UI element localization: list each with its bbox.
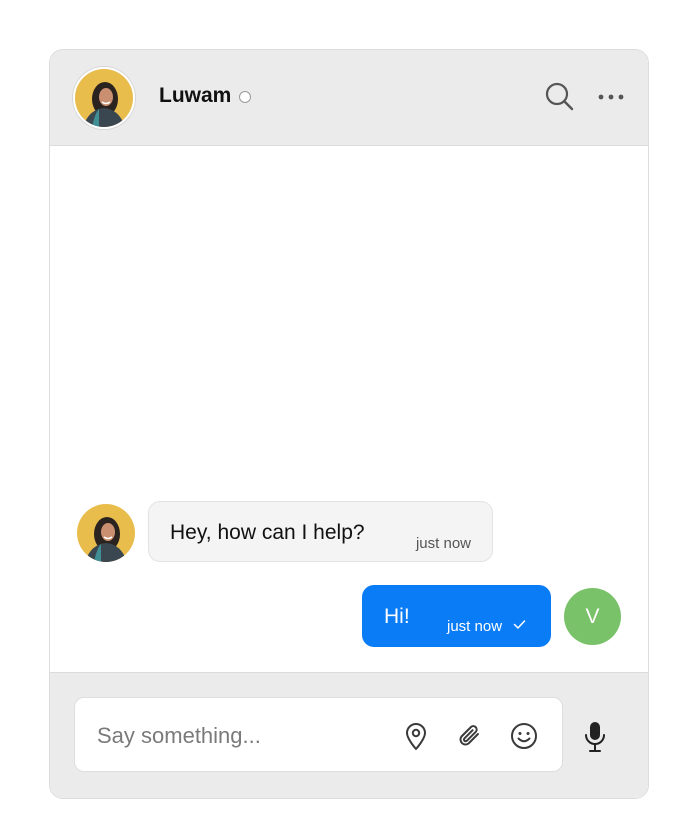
message-time: just now [415, 535, 471, 552]
chat-window: Luwam Hey, how can I help? just now Hi! … [49, 49, 649, 799]
contact-avatar[interactable] [73, 67, 135, 129]
chat-header: Luwam [50, 50, 648, 146]
attachment-icon[interactable] [455, 721, 485, 751]
message-text: Hey, how can I help? [170, 521, 365, 544]
composer-bar [50, 672, 648, 798]
message-time: just now [447, 618, 503, 635]
microphone-icon[interactable] [580, 720, 610, 754]
message-text: Hi! [384, 605, 410, 628]
more-options-icon[interactable] [595, 80, 627, 112]
incoming-message[interactable]: Hey, how can I help? just now [148, 501, 493, 562]
message-input-box [74, 697, 563, 772]
user-avatar: V [564, 588, 621, 645]
sent-check-icon [513, 619, 526, 630]
outgoing-message[interactable]: Hi! just now [362, 585, 551, 647]
emoji-icon[interactable] [509, 721, 539, 751]
message-input[interactable] [95, 716, 389, 756]
contact-message-avatar [77, 504, 135, 562]
message-list: Hey, how can I help? just now Hi! just n… [50, 146, 648, 672]
contact-name: Luwam [159, 84, 232, 107]
location-icon[interactable] [401, 721, 431, 751]
search-icon[interactable] [543, 80, 575, 112]
status-indicator [239, 91, 251, 103]
